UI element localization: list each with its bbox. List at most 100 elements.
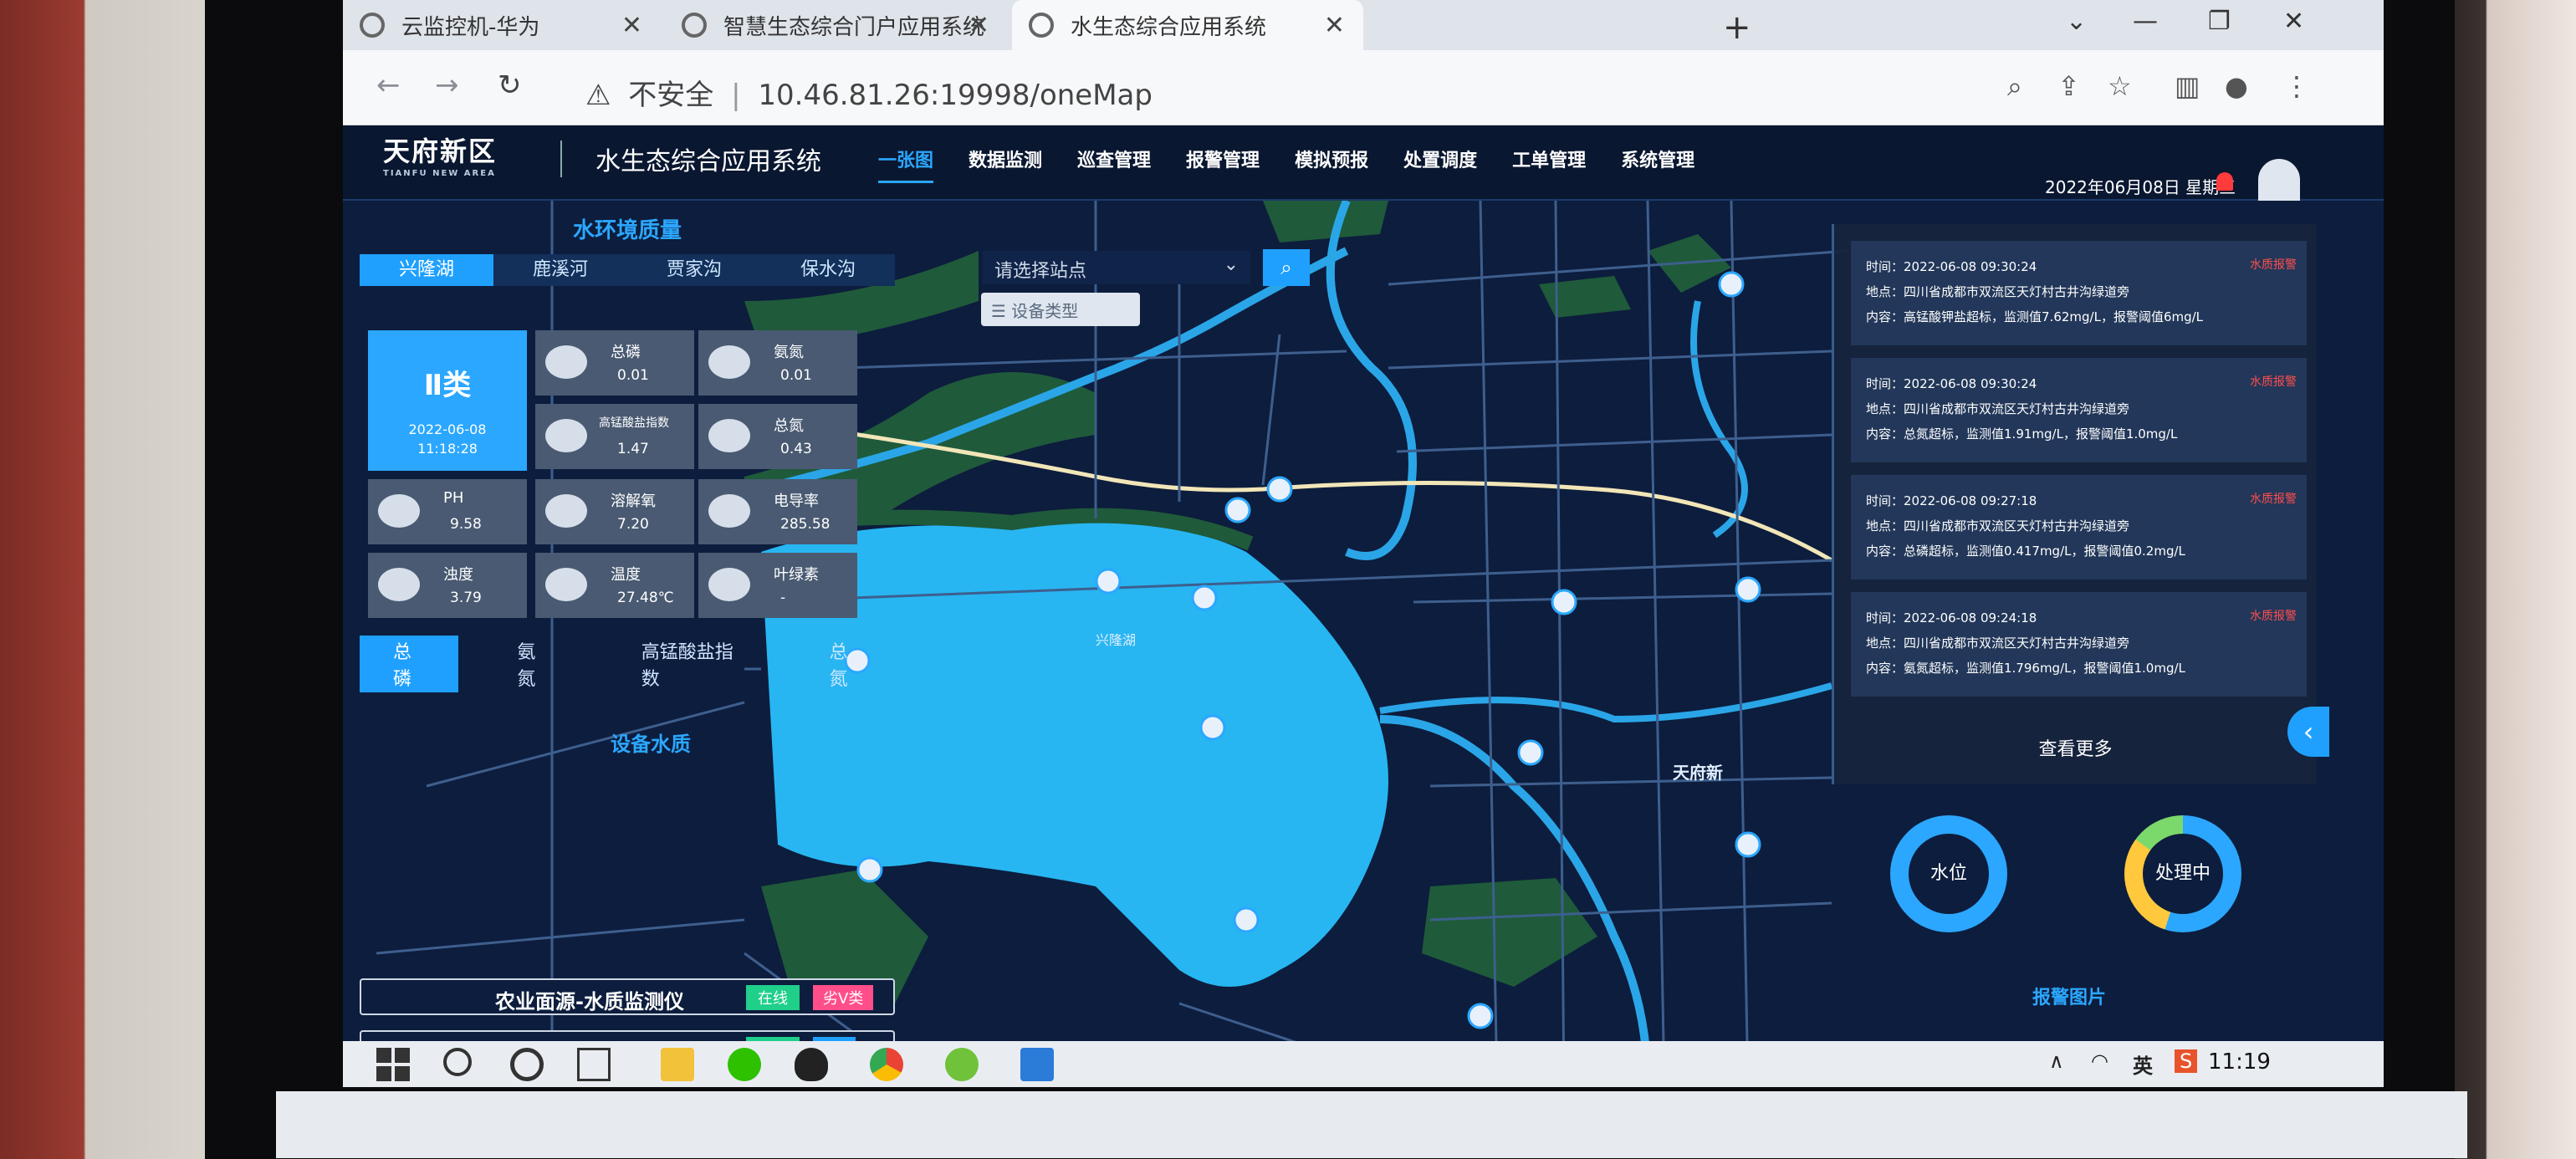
tab-river-2[interactable]: 鹿溪河	[493, 254, 627, 286]
alarm-item[interactable]: 时间：2022-06-08 09:24:18 地点：四川省成都市双流区天灯村古井…	[1851, 592, 2307, 697]
remote-desktop-icon[interactable]	[1020, 1048, 1054, 1081]
quality-class: Ⅱ类	[423, 369, 472, 402]
alarm-item[interactable]: 时间：2022-06-08 09:30:24 地点：四川省成都市双流区天灯村古井…	[1851, 358, 2307, 462]
metric-value: 0.01	[617, 367, 649, 384]
zoom-icon[interactable]: ⌕	[2007, 70, 2022, 103]
alarm-panel: 时间：2022-06-08 09:30:24 地点：四川省成都市双流区天灯村古井…	[1832, 224, 2317, 784]
sidebar-icon[interactable]: ▥	[2175, 70, 2200, 102]
metric-tp[interactable]: 总磷 0.01	[535, 330, 694, 396]
tab-river-4[interactable]: 保水沟	[761, 254, 895, 286]
metric-value: 9.58	[450, 516, 482, 533]
device-status: 在线	[746, 985, 800, 1010]
browser-tab-1[interactable]: 云监控机-华为 ✕	[343, 0, 661, 50]
new-tab-button[interactable]: +	[1723, 8, 1751, 47]
metric-nh3n[interactable]: 氨氮 0.01	[698, 330, 857, 396]
back-icon[interactable]: ←	[376, 69, 401, 102]
close-tab-icon[interactable]: ✕	[969, 11, 989, 40]
menu-dots-icon[interactable]: ⋮	[2283, 70, 2310, 102]
device-type-filter[interactable]: ☰ 设备类型	[981, 293, 1140, 326]
browser-tab-3[interactable]: 水生态综合应用系统 ✕	[1012, 0, 1363, 50]
menu-item-patrol[interactable]: 巡查管理	[1077, 146, 1151, 183]
ime-indicator[interactable]: 英	[2133, 1049, 2153, 1079]
quality-time: 11:18:28	[417, 441, 478, 457]
device-row[interactable]: 农业面源-水质监测仪 在线 劣Ⅴ类	[360, 978, 895, 1015]
alarm-item[interactable]: 时间：2022-06-08 09:30:24 地点：四川省成都市双流区天灯村古井…	[1851, 241, 2307, 345]
url-text: 10.46.81.26:19998/oneMap	[758, 79, 1153, 112]
search-icon[interactable]	[443, 1048, 472, 1076]
metric-tn[interactable]: 总氮 0.43	[698, 404, 857, 469]
task-view-icon[interactable]	[577, 1048, 611, 1081]
alarm-item[interactable]: 时间：2022-06-08 09:27:18 地点：四川省成都市双流区天灯村古井…	[1851, 475, 2307, 580]
search-button[interactable]: ⌕	[1263, 249, 1310, 286]
forward-icon[interactable]: →	[435, 69, 459, 102]
cortana-icon[interactable]	[510, 1048, 544, 1081]
alarm-time: 时间：2022-06-08 09:30:24	[1866, 376, 2037, 391]
map-label-lake: 兴隆湖	[1096, 632, 1137, 648]
wechat-icon[interactable]	[728, 1048, 761, 1081]
menu-item-work-order[interactable]: 工单管理	[1512, 146, 1586, 183]
bookmark-star-icon[interactable]: ☆	[2108, 70, 2132, 102]
tab-metric-tn[interactable]: 总氮	[796, 636, 895, 692]
alarm-time: 时间：2022-06-08 09:27:18	[1866, 493, 2037, 508]
alarm-content: 内容：氨氮超标，监测值1.796mg/L，报警阈值1.0mg/L	[1866, 661, 2185, 676]
menu-item-overview[interactable]: 一张图	[878, 146, 934, 183]
turbidity-icon	[378, 568, 420, 601]
device-level-badge: 劣Ⅴ类	[813, 985, 874, 1010]
bell-icon[interactable]	[2216, 172, 2233, 191]
processing-ring[interactable]: 处理中	[2124, 815, 2241, 932]
menu-item-system[interactable]: 系统管理	[1621, 146, 1694, 183]
conductivity-icon	[708, 494, 750, 528]
url-field[interactable]: ⚠ 不安全 | 10.46.81.26:19998/oneMap	[585, 72, 1153, 113]
minimize-button[interactable]: —	[2133, 7, 2158, 36]
tab-search-icon[interactable]: ⌄	[2066, 7, 2087, 36]
station-select[interactable]: 请选择站点 ⌄	[983, 251, 1250, 284]
restore-button[interactable]: ❐	[2208, 7, 2231, 36]
close-tab-icon[interactable]: ✕	[1324, 11, 1345, 40]
close-tab-icon[interactable]: ✕	[621, 11, 642, 40]
browser-app-icon[interactable]	[945, 1048, 979, 1081]
qq-icon[interactable]	[795, 1048, 828, 1081]
metric-oxygen[interactable]: 溶解氧 7.20	[535, 479, 694, 544]
tab-river-3[interactable]: 贾家沟	[627, 254, 761, 286]
menu-item-forecast[interactable]: 模拟预报	[1295, 146, 1368, 183]
view-more-link[interactable]: 查看更多	[1834, 734, 2317, 761]
metric-turbidity[interactable]: 浊度 3.79	[368, 553, 527, 618]
tab-label: 水生态综合应用系统	[1071, 14, 1267, 40]
metric-temperature[interactable]: 温度 27.48℃	[535, 553, 694, 618]
chart-metric-tabs: 总磷 氨氮 高锰酸盐指数 总氮	[360, 636, 895, 692]
tab-river-1[interactable]: 兴隆湖	[360, 254, 493, 286]
water-level-ring[interactable]: 水位	[1890, 815, 2007, 932]
metrics-grid: Ⅱ类 2022-06-08 11:18:28 总磷 0.01 氨氮 0.01 高…	[360, 330, 857, 618]
tab-metric-nh3n[interactable]: 氨氮	[483, 636, 582, 692]
start-icon[interactable]	[376, 1048, 410, 1081]
metric-chlorophyll[interactable]: 叶绿素 -	[698, 553, 857, 618]
menu-item-dispatch[interactable]: 处置调度	[1403, 146, 1477, 183]
reload-icon[interactable]: ↻	[498, 69, 522, 102]
quality-class-card: Ⅱ类 2022-06-08 11:18:28	[368, 330, 527, 471]
metric-ph[interactable]: PH 9.58	[368, 479, 527, 544]
background-wall-left	[0, 0, 209, 1159]
close-window-button[interactable]: ✕	[2283, 7, 2304, 36]
wifi-icon[interactable]: ◠	[2091, 1049, 2108, 1073]
menu-item-data-monitoring[interactable]: 数据监测	[969, 146, 1042, 183]
metric-value: 3.79	[450, 590, 482, 606]
chrome-icon[interactable]	[870, 1048, 903, 1081]
tab-metric-tp[interactable]: 总磷	[360, 636, 459, 692]
tp-icon	[545, 345, 587, 379]
chevron-up-icon[interactable]: ∧	[2049, 1049, 2064, 1073]
share-icon[interactable]: ⇪	[2057, 70, 2080, 102]
file-explorer-icon[interactable]	[661, 1048, 694, 1081]
menu-item-alarm[interactable]: 报警管理	[1186, 146, 1260, 183]
current-date: 2022年06月08日 星期三	[2045, 177, 2236, 197]
browser-tab-2[interactable]: 智慧生态综合门户应用系统 ✕	[665, 0, 1008, 50]
brand-logo: 天府新区 TIANFU NEW AREA	[383, 130, 497, 178]
metric-name: 氨氮	[774, 344, 804, 361]
chevron-left-icon: ‹	[2303, 716, 2314, 748]
metric-conductivity[interactable]: 电导率 285.58	[698, 479, 857, 544]
input-method-icon[interactable]: S	[2175, 1049, 2198, 1073]
tab-metric-cod[interactable]: 高锰酸盐指数	[608, 636, 771, 692]
metric-cod[interactable]: 高锰酸盐指数 1.47	[535, 404, 694, 469]
metric-name: 总磷	[611, 344, 641, 361]
profile-icon[interactable]: ●	[2225, 70, 2248, 102]
alarm-tag: 水质报警	[2250, 610, 2297, 623]
